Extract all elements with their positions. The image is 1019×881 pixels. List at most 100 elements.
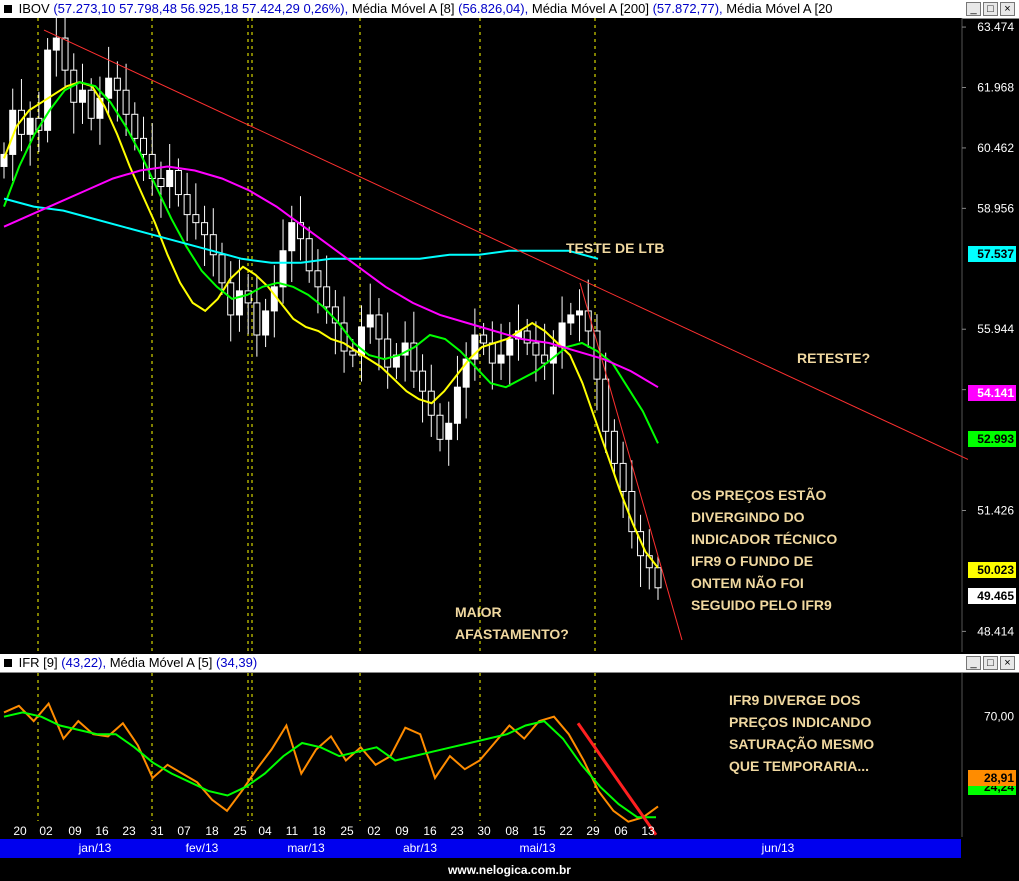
candle-body xyxy=(52,37,60,51)
x-tick-label: 25 xyxy=(233,824,247,838)
ma2-values: (57.872,77), xyxy=(652,1,723,16)
restore-button[interactable]: □ xyxy=(983,2,998,16)
candle-body xyxy=(26,117,34,135)
ifr-name: IFR [9] xyxy=(18,655,58,670)
candle-body xyxy=(61,37,69,71)
candle-body xyxy=(453,386,461,424)
x-tick-label: 09 xyxy=(68,824,82,838)
y-tick-label: 63.474 xyxy=(977,20,1014,34)
x-tick-label: 11 xyxy=(286,824,299,838)
candle-body xyxy=(253,302,261,336)
candle-body xyxy=(323,286,331,308)
candle-body xyxy=(131,113,139,139)
month-label: fev/13 xyxy=(185,841,219,855)
ifr-panel-header: IFR [9] (43,22), Média Móvel A [5] (34,3… xyxy=(0,654,1019,673)
candle-body xyxy=(593,330,601,380)
month-label: jun/13 xyxy=(761,841,795,855)
badge-ma8: 50.023 xyxy=(968,562,1016,578)
candle-body xyxy=(619,462,627,492)
x-tick-label: 18 xyxy=(312,824,326,838)
minimize-button[interactable]: _ xyxy=(966,656,981,670)
badge-last-price: 49.465 xyxy=(968,588,1016,604)
y-tick-label: 48.414 xyxy=(977,624,1014,638)
ma1-values: (56.826,04), xyxy=(458,1,529,16)
price-chart[interactable]: 63.47461.96860.46258.95655.94454.43851.4… xyxy=(0,18,1019,654)
month-label: abr/13 xyxy=(402,841,438,855)
candle-body xyxy=(436,414,444,440)
candle-body xyxy=(105,77,113,99)
annotation-ifr-diverge: IFR9 DIVERGE DOS PREÇOS INDICANDO SATURA… xyxy=(729,692,875,774)
annotation-maior-afastamento: MAIOR AFASTAMENTO? xyxy=(455,604,569,642)
ma1-name: Média Móvel A [8] xyxy=(351,1,455,16)
candle-body xyxy=(584,310,592,332)
x-tick-label: 07 xyxy=(177,824,191,838)
ifr-y-tick-label: 70,00 xyxy=(984,710,1014,724)
candle-body xyxy=(262,310,270,336)
badge-ma20: 52.993 xyxy=(968,431,1016,447)
x-tick-label: 29 xyxy=(586,824,600,838)
restore-button[interactable]: □ xyxy=(983,656,998,670)
x-tick-label: 30 xyxy=(477,824,491,838)
y-tick-label: 60.462 xyxy=(977,141,1014,155)
ticker-name: IBOV xyxy=(18,1,50,16)
main-window-buttons: _ □ × xyxy=(962,2,1015,16)
candle-body xyxy=(445,422,453,440)
month-label: jan/13 xyxy=(78,841,112,855)
x-tick-label: 23 xyxy=(122,824,136,838)
annotation-reteste: RETESTE? xyxy=(797,350,871,366)
footer-url[interactable]: www.nelogica.com.br xyxy=(0,860,1019,881)
candle-body xyxy=(122,89,130,115)
candle-body xyxy=(288,222,296,252)
x-tick-label: 02 xyxy=(367,824,381,838)
candle-body xyxy=(567,314,575,324)
candle-body xyxy=(113,77,121,91)
candle-body xyxy=(87,89,95,119)
x-tick-label: 22 xyxy=(559,824,573,838)
candle-body xyxy=(654,567,662,589)
month-label: mar/13 xyxy=(287,841,325,855)
y-tick-label: 55.944 xyxy=(977,322,1014,336)
candle-body xyxy=(183,194,191,216)
ifr-window-buttons: _ □ × xyxy=(966,656,1015,670)
badge-ma200: 57.537 xyxy=(968,246,1016,262)
y-tick-label: 61.968 xyxy=(977,80,1014,94)
candle-body xyxy=(576,310,584,316)
candle-body xyxy=(532,342,540,356)
ifr-values: (43,22), xyxy=(61,655,107,670)
candle-body xyxy=(157,178,165,188)
minimize-button[interactable]: _ xyxy=(966,2,981,16)
candle-body xyxy=(201,222,209,236)
candle-body xyxy=(192,214,200,224)
close-button[interactable]: × xyxy=(1000,2,1015,16)
x-tick-label: 20 xyxy=(13,824,27,838)
candle-body xyxy=(523,330,531,344)
candle-body xyxy=(375,314,383,340)
candle-body xyxy=(349,350,357,356)
x-tick-label: 25 xyxy=(340,824,354,838)
candle-body xyxy=(419,370,427,392)
ticker-values: (57.273,10 57.798,48 56.925,18 57.424,29… xyxy=(53,1,349,16)
candle-body xyxy=(506,338,514,356)
x-tick-label: 04 xyxy=(258,824,272,838)
candle-body xyxy=(140,137,148,155)
x-tick-label: 16 xyxy=(423,824,437,838)
candle-body xyxy=(314,270,322,288)
candle-body xyxy=(384,338,392,368)
x-tick-label: 02 xyxy=(39,824,53,838)
x-tick-label: 16 xyxy=(95,824,109,838)
candle-body xyxy=(174,169,182,196)
y-tick-label: 51.426 xyxy=(977,504,1014,518)
candle-body xyxy=(305,238,313,272)
candle-body xyxy=(480,334,488,344)
candle-body xyxy=(166,169,174,188)
x-tick-label: 15 xyxy=(532,824,546,838)
ma3-name: Média Móvel A [20 xyxy=(726,1,833,16)
main-panel-header: IBOV (57.273,10 57.798,48 56.925,18 57.4… xyxy=(0,0,1019,19)
panel-marker-icon xyxy=(4,5,12,13)
ifr-ma-values: (34,39) xyxy=(215,655,258,670)
month-axis: jan/13 fev/13 mar/13 abr/13 mai/13 jun/1… xyxy=(0,839,961,858)
close-button[interactable]: × xyxy=(1000,656,1015,670)
x-tick-label: 08 xyxy=(505,824,519,838)
ma2-name: Média Móvel A [200] xyxy=(531,1,649,16)
candle-body xyxy=(488,342,496,364)
